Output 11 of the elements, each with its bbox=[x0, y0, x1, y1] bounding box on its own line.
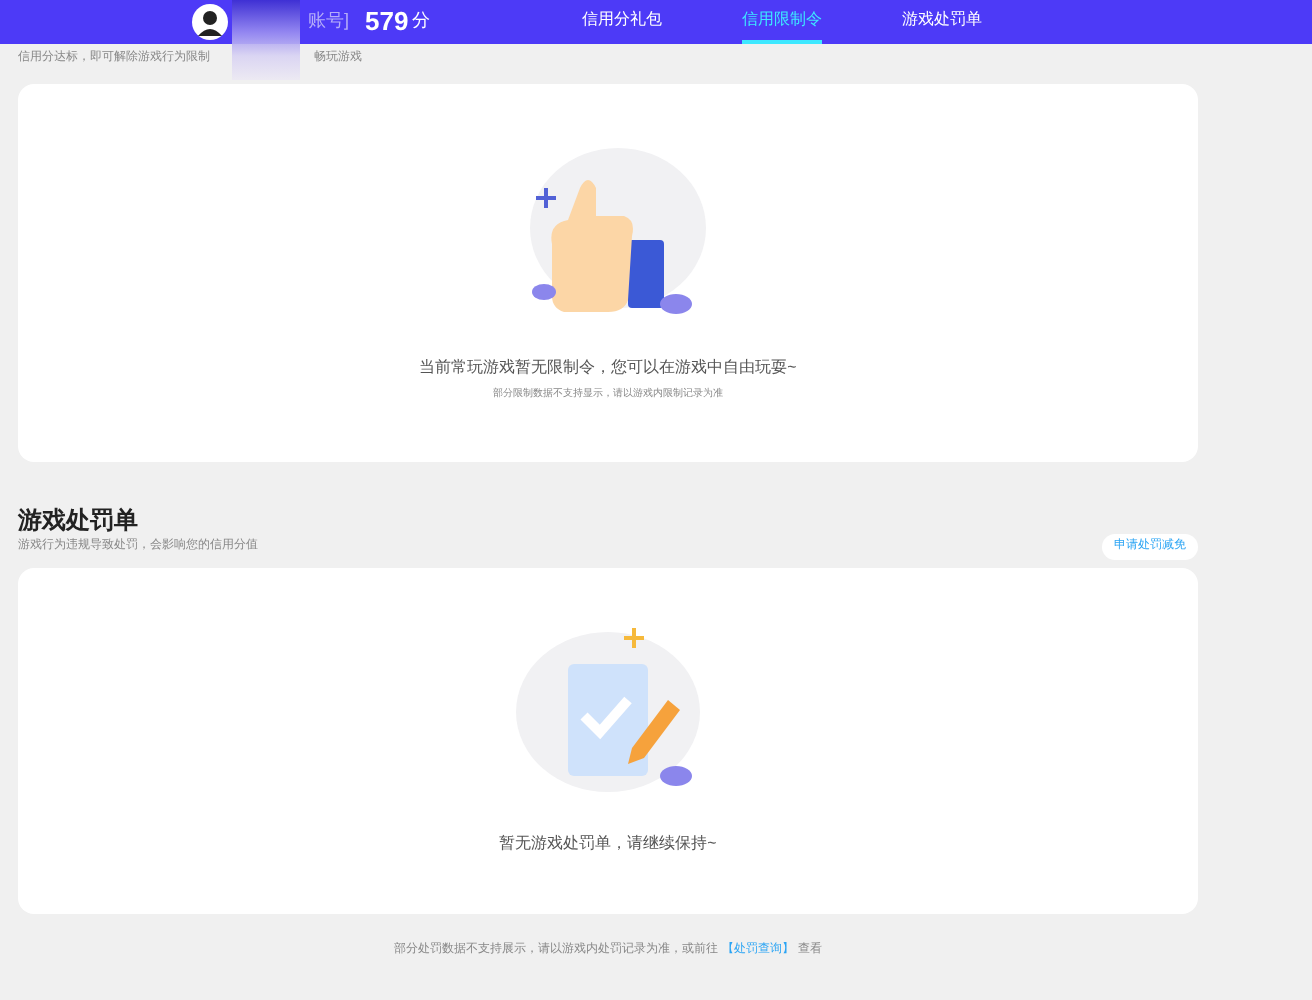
account-label: 账号] bbox=[308, 8, 350, 35]
score-unit: 分 bbox=[412, 8, 431, 35]
credit-score: 579 bbox=[365, 4, 409, 41]
section-title: 游戏处罚单 bbox=[18, 506, 140, 534]
nav-tab[interactable]: 游戏处罚单 bbox=[902, 0, 983, 44]
avatar-icon bbox=[192, 4, 228, 40]
status-message: 当前常玩游戏暂无限制令，您可以在游戏中自由玩耍~ bbox=[419, 356, 797, 380]
status-message: 暂无游戏处罚单，请继续保持~ bbox=[499, 832, 717, 856]
nav-tab[interactable]: 信用分礼包 bbox=[582, 0, 663, 44]
blurred-name bbox=[232, 0, 300, 80]
nav-tab[interactable]: 信用限制令 bbox=[742, 0, 823, 44]
